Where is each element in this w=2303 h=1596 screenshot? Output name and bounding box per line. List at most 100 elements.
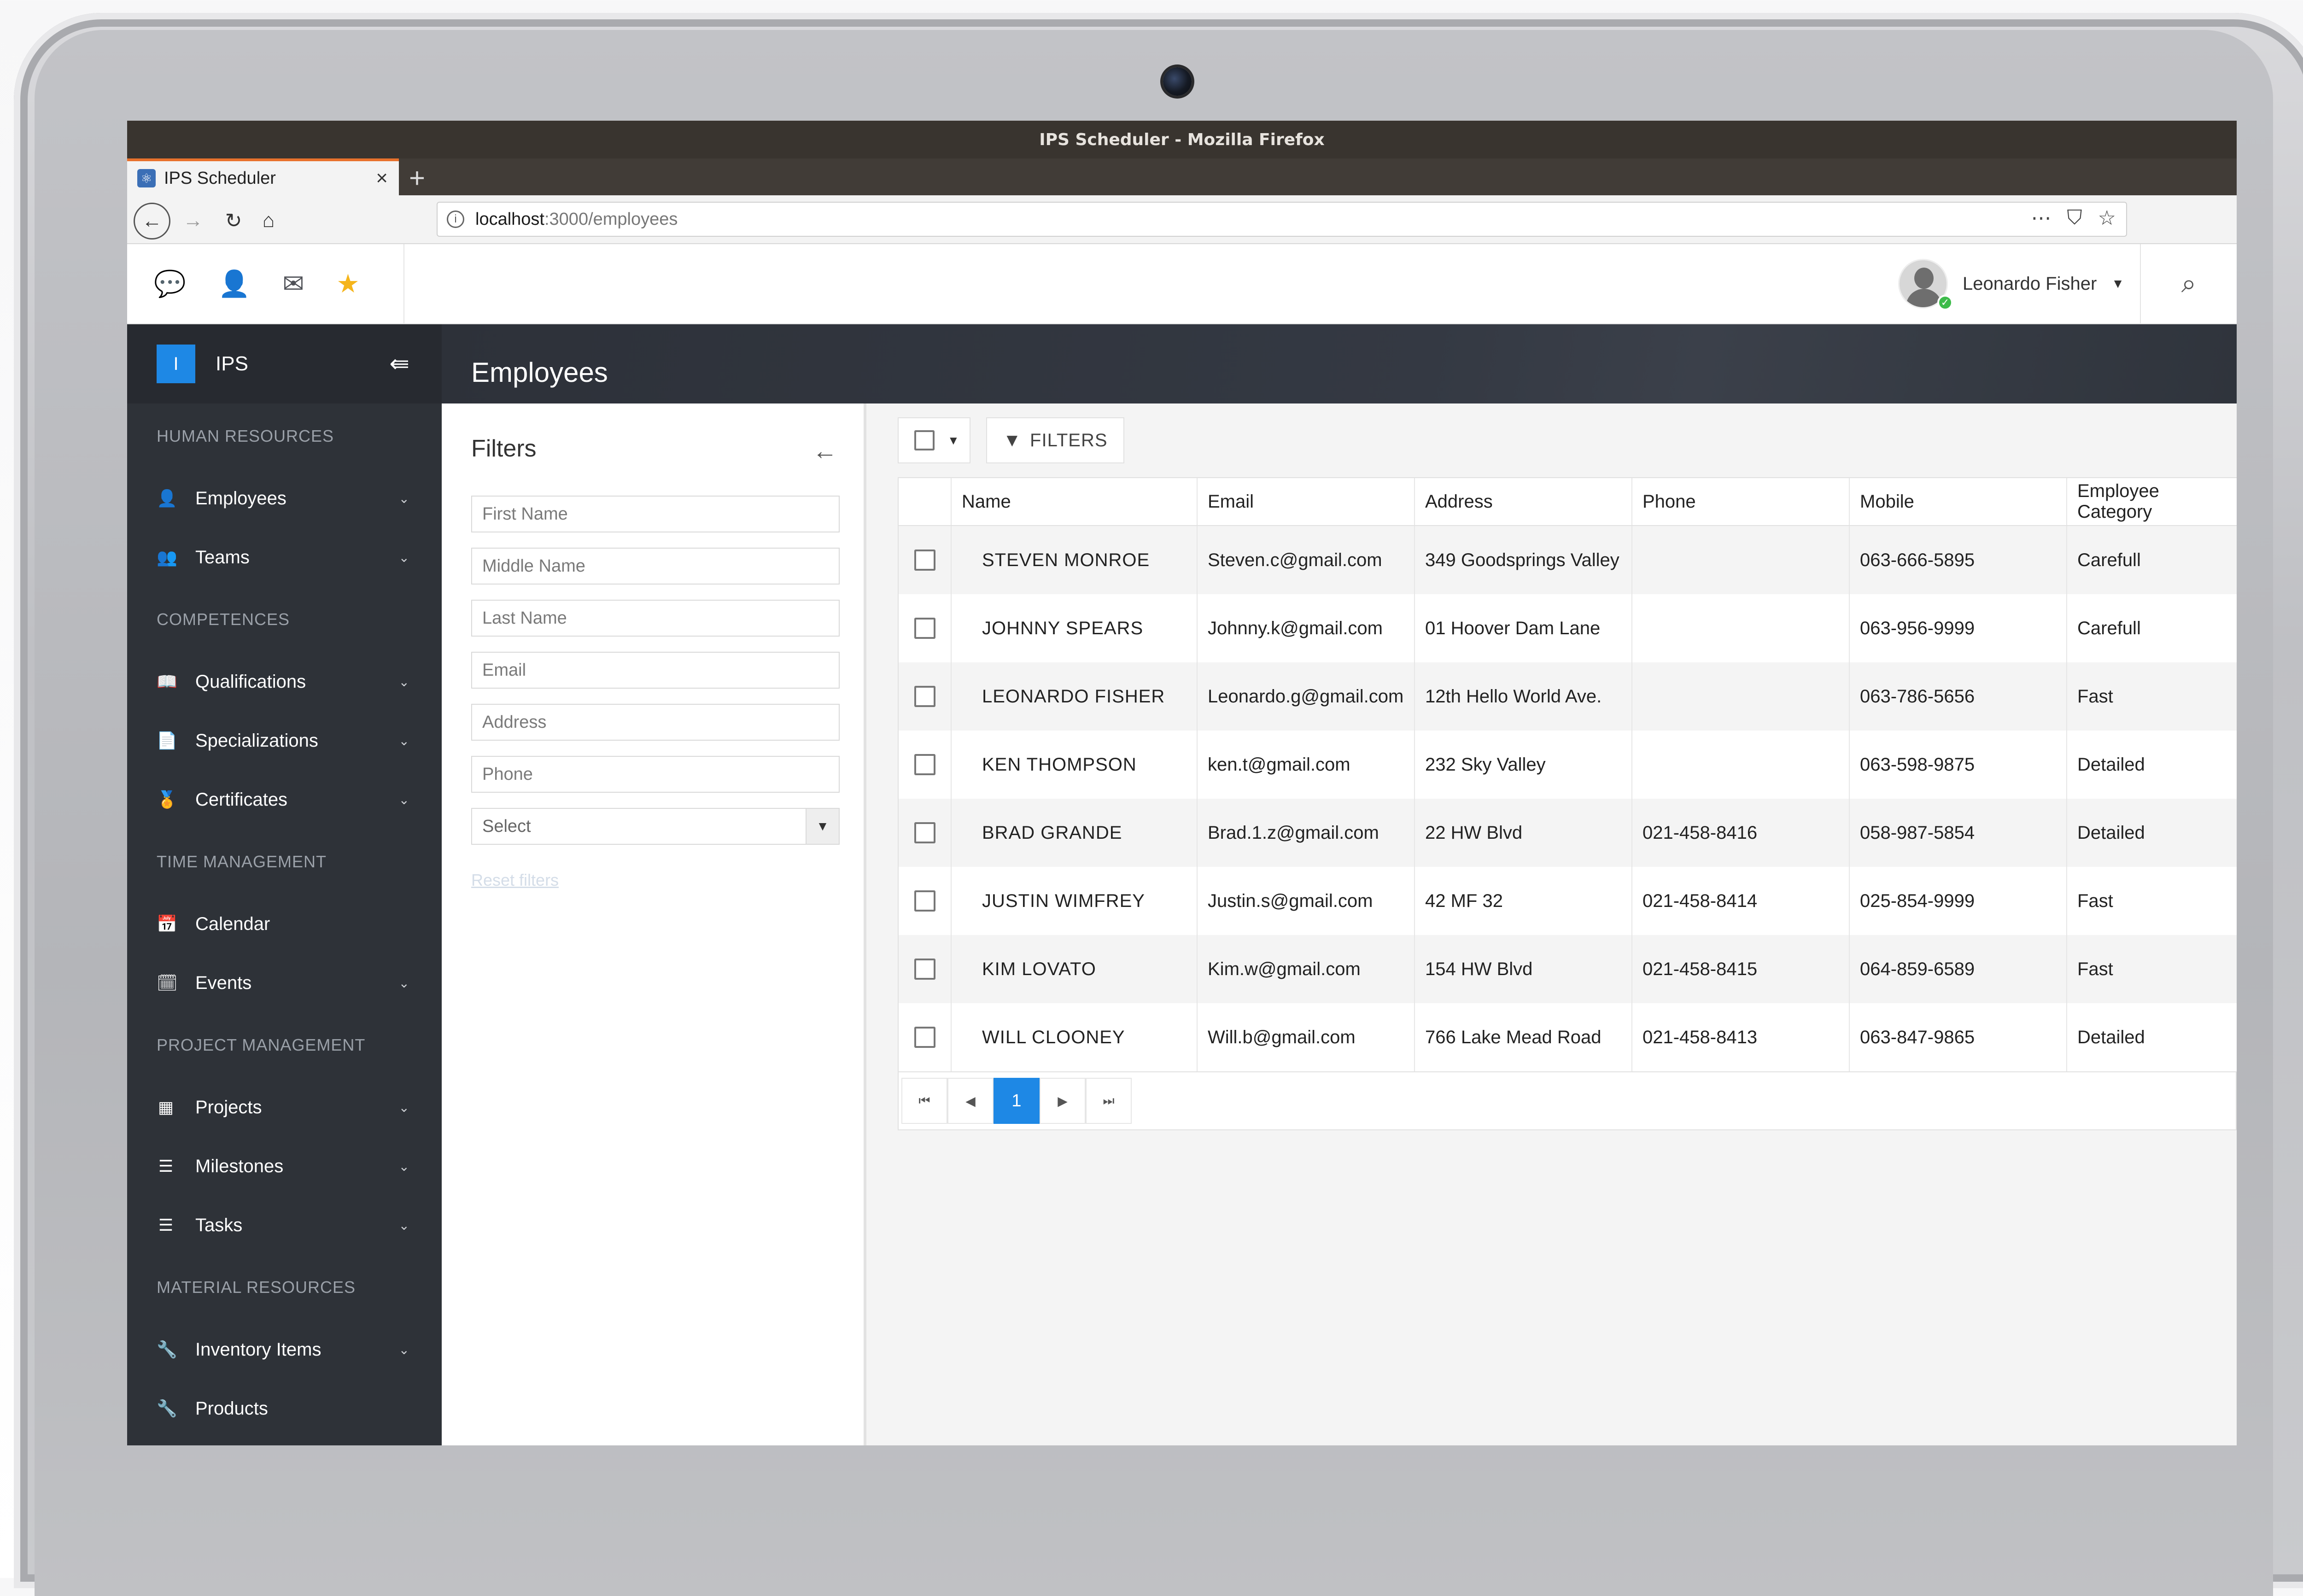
column-header-email[interactable]: Email	[1197, 478, 1415, 526]
last-page-button[interactable]: ⏭	[1086, 1078, 1132, 1124]
middle-name-input[interactable]	[471, 548, 840, 585]
prev-page-button[interactable]: ◀	[947, 1078, 994, 1124]
chevron-down-icon[interactable]: ⌄	[399, 792, 409, 807]
chevron-down-icon[interactable]: ⌄	[399, 1100, 409, 1115]
chevron-down-icon[interactable]: ⌄	[399, 491, 409, 506]
chevron-down-icon[interactable]: ▼	[2111, 276, 2124, 291]
sidebar-item-projects[interactable]: ▦ Projects ⌄	[127, 1078, 442, 1137]
row-checkbox[interactable]	[914, 550, 935, 571]
address-input[interactable]	[471, 704, 840, 741]
sidebar-item-tasks[interactable]: ☰ Tasks ⌄	[127, 1196, 442, 1255]
page-button-current[interactable]: 1	[994, 1078, 1040, 1124]
pocket-icon[interactable]: ⛉	[2067, 206, 2082, 230]
filters-button[interactable]: ▼ FILTERS	[986, 417, 1124, 463]
tab-title: IPS Scheduler	[164, 168, 276, 188]
mail-icon[interactable]: ✉	[282, 269, 304, 299]
contact-icon[interactable]: 👤	[218, 269, 251, 299]
info-icon[interactable]: i	[447, 210, 464, 228]
column-header-phone[interactable]: Phone	[1632, 478, 1850, 526]
chevron-down-icon[interactable]: ⌄	[399, 976, 409, 991]
cell-mobile: 064-859-6589	[1849, 935, 2067, 1003]
cell-phone: 021-458-8413	[1632, 1003, 1850, 1071]
user-menu[interactable]: Leonardo Fisher ▼	[1898, 244, 2124, 323]
table-row[interactable]: JUSTIN WIMFREY Justin.s@gmail.com 42 MF 32…	[899, 867, 2237, 935]
collapse-menu-icon[interactable]: ⇚	[389, 350, 409, 378]
sidebar-item-teams[interactable]: 👥 Teams ⌄	[127, 528, 442, 587]
home-button[interactable]: ⌂	[252, 205, 285, 237]
chevron-down-icon[interactable]: ⌄	[399, 550, 409, 565]
user-name: Leonardo Fisher	[1963, 273, 2097, 294]
cell-email: Kim.w@gmail.com	[1197, 935, 1415, 1003]
last-name-input[interactable]	[471, 600, 840, 637]
row-checkbox[interactable]	[914, 1027, 935, 1048]
cell-address: 154 HW Blvd	[1415, 935, 1632, 1003]
new-tab-button[interactable]: +	[409, 162, 425, 194]
chevron-down-icon[interactable]: ⌄	[399, 1218, 409, 1233]
column-header-address[interactable]: Address	[1415, 478, 1632, 526]
url-bar[interactable]: i localhost:3000/employees ⋯ ⛉ ☆	[437, 202, 2127, 237]
category-select[interactable]: Select ▼	[471, 808, 840, 845]
phone-input[interactable]	[471, 756, 840, 793]
favicon-icon: ⚛	[137, 169, 156, 187]
first-name-input[interactable]	[471, 496, 840, 532]
chevron-down-icon[interactable]: ⌄	[399, 1159, 409, 1174]
row-checkbox[interactable]	[914, 686, 935, 707]
sidebar-item-certificates[interactable]: 🏅 Certificates ⌄	[127, 770, 442, 829]
reset-filters-link[interactable]: Reset filters	[471, 871, 559, 890]
sidebar-item-products[interactable]: 🔧 Products	[127, 1379, 442, 1438]
chevron-down-icon[interactable]: ⌄	[399, 733, 409, 748]
table-row[interactable]: LEONARDO FISHER Leonardo.g@gmail.com 12th …	[899, 662, 2237, 731]
tab-close-icon[interactable]: ×	[376, 167, 388, 190]
email-input[interactable]	[471, 652, 840, 689]
chevron-down-icon[interactable]: ⌄	[399, 674, 409, 690]
back-arrow-icon[interactable]: ←	[812, 437, 837, 465]
chevron-down-icon[interactable]: ⌄	[399, 1342, 409, 1357]
row-checkbox[interactable]	[914, 959, 935, 980]
bookmark-star-icon[interactable]: ☆	[2098, 206, 2116, 230]
cell-phone: 021-458-8415	[1632, 935, 1850, 1003]
next-page-button[interactable]: ▶	[1040, 1078, 1086, 1124]
row-checkbox[interactable]	[914, 618, 935, 639]
column-header-name[interactable]: Name	[951, 478, 1198, 526]
table-row[interactable]: STEVEN MONROE Steven.c@gmail.com 349 Goods…	[899, 526, 2237, 594]
more-actions-icon[interactable]: ⋯	[2031, 206, 2052, 230]
reload-button[interactable]: ↻	[217, 205, 250, 237]
cell-category: Detailed	[2067, 1003, 2237, 1071]
select-all-dropdown[interactable]: ▼	[898, 417, 970, 463]
favorite-star-icon[interactable]: ★	[336, 269, 359, 299]
table-row[interactable]: JOHNNY SPEARS Johnny.k@gmail.com 01 Hoover…	[899, 594, 2237, 662]
chevron-down-icon[interactable]: ▼	[947, 433, 959, 448]
forward-button[interactable]: →	[177, 205, 209, 237]
sidebar-item-events[interactable]: 🗓 Events ⌄	[127, 953, 442, 1012]
back-button[interactable]: ←	[134, 203, 170, 240]
cell-mobile: 063-666-5895	[1849, 526, 2067, 594]
sidebar-item-employees[interactable]: 👤 Employees ⌄	[127, 469, 442, 528]
sidebar-item-milestones[interactable]: ☰ Milestones ⌄	[127, 1137, 442, 1196]
column-header-category[interactable]: Employee Category	[2067, 478, 2237, 526]
sidebar-item-specializations[interactable]: 📄 Specializations ⌄	[127, 711, 442, 770]
sidebar-item-qualifications[interactable]: 📖 Qualifications ⌄	[127, 652, 442, 711]
row-checkbox[interactable]	[914, 822, 935, 843]
table-row[interactable]: KEN THOMPSON ken.t@gmail.com 232 Sky Valle…	[899, 731, 2237, 799]
column-header-mobile[interactable]: Mobile	[1849, 478, 2067, 526]
chat-icon[interactable]: 💬	[154, 269, 186, 299]
table-row[interactable]: WILL CLOONEY Will.b@gmail.com 766 Lake Mea…	[899, 1003, 2237, 1071]
window-title: IPS Scheduler - Mozilla Firefox	[127, 121, 2237, 158]
chevron-down-icon[interactable]: ▼	[806, 809, 839, 844]
search-button[interactable]: ⌕	[2140, 244, 2237, 323]
select-all-checkbox[interactable]	[914, 430, 935, 450]
sidebar-item-label: Calendar	[195, 913, 270, 934]
row-checkbox[interactable]	[914, 890, 935, 912]
table-row[interactable]: KIM LOVATO Kim.w@gmail.com 154 HW Blvd 021-…	[899, 935, 2237, 1003]
first-page-button[interactable]: ⏮	[901, 1078, 947, 1124]
cell-name: WILL CLOONEY	[951, 1003, 1198, 1071]
sidebar-item-inventory-items[interactable]: 🔧 Inventory Items ⌄	[127, 1320, 442, 1379]
row-checkbox[interactable]	[914, 754, 935, 775]
cell-category: Carefull	[2067, 526, 2237, 594]
cell-address: 22 HW Blvd	[1415, 799, 1632, 867]
table-row[interactable]: BRAD GRANDE Brad.1.z@gmail.com 22 HW Blvd 0…	[899, 799, 2237, 867]
header-select-cell	[899, 478, 952, 526]
employees-grid: Name Email Address Phone Mobile Employee…	[898, 477, 2237, 1130]
sidebar-item-calendar[interactable]: 📅 Calendar	[127, 894, 442, 953]
browser-tab[interactable]: ⚛ IPS Scheduler ×	[127, 158, 399, 195]
